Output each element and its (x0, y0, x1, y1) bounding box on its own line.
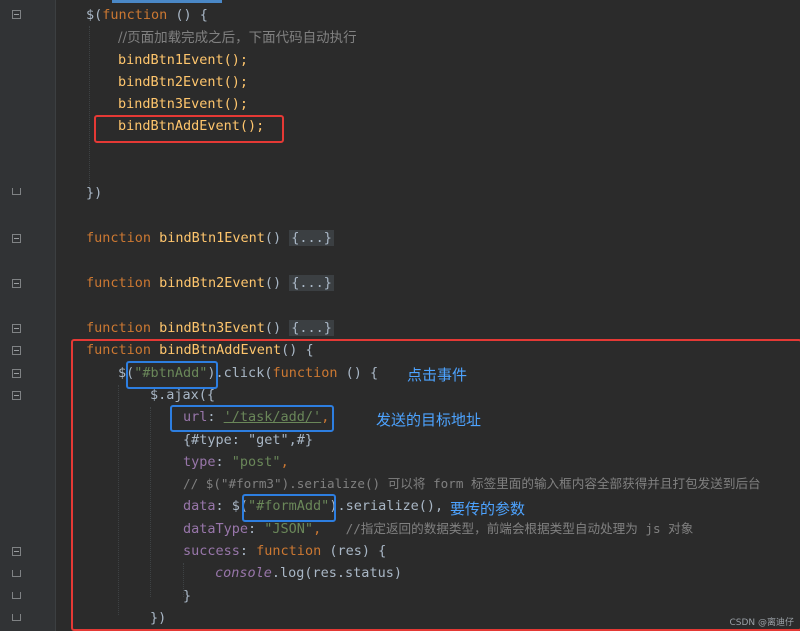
collapsed-block[interactable]: {...} (289, 230, 334, 246)
fold-toggle-icon[interactable] (12, 324, 21, 333)
code-line: bindBtn3Event(); (118, 96, 249, 112)
collapsed-block[interactable]: {...} (289, 320, 334, 336)
fold-toggle-icon[interactable] (12, 279, 21, 288)
gutter-separator (55, 0, 56, 631)
fold-toggle-icon[interactable] (12, 391, 21, 400)
collapsed-block[interactable]: {...} (289, 275, 334, 291)
annotation-click-event: 点击事件 (407, 366, 468, 384)
highlight-box-data (242, 494, 336, 522)
code-token: bindBtn3Event (159, 320, 265, 336)
code-token: () { (167, 7, 208, 23)
code-token: () (264, 275, 282, 291)
active-tab-indicator (112, 0, 222, 3)
code-line: $(function () { (86, 6, 208, 24)
code-line: }) (86, 185, 103, 201)
highlight-box-selector (126, 361, 218, 389)
annotation-target-url: 发送的目标地址 (376, 411, 482, 429)
fold-end-icon[interactable] (12, 592, 21, 599)
fold-toggle-icon[interactable] (12, 234, 21, 243)
code-token: function (102, 7, 168, 23)
code-line: function bindBtn2Event() {...} (86, 274, 334, 292)
code-line: function bindBtn3Event() {...} (86, 319, 334, 337)
code-token: bindBtn2Event (159, 275, 265, 291)
code-token: function (86, 320, 152, 336)
editor-gutter (0, 0, 55, 631)
fold-end-icon[interactable] (12, 570, 21, 577)
annotation-params: 要传的参数 (450, 500, 526, 518)
code-line: bindBtn1Event(); (118, 52, 249, 68)
fold-end-icon[interactable] (12, 614, 21, 621)
fold-toggle-icon[interactable] (12, 10, 21, 19)
code-token: $( (86, 7, 103, 23)
highlight-box-call (94, 115, 284, 143)
code-line: function bindBtn1Event() {...} (86, 229, 334, 247)
code-token: () (264, 320, 282, 336)
fold-toggle-icon[interactable] (12, 547, 21, 556)
code-comment: //页面加载完成之后，下面代码自动执行 (118, 30, 357, 46)
fold-toggle-icon[interactable] (12, 346, 21, 355)
watermark: CSDN @离迪仔 (729, 618, 794, 628)
code-token: bindBtn1Event (159, 230, 265, 246)
code-token: function (86, 230, 152, 246)
code-line: bindBtn2Event(); (118, 74, 249, 90)
code-token: function (86, 275, 152, 291)
code-token: () (264, 230, 282, 246)
fold-end-icon[interactable] (12, 188, 21, 195)
fold-toggle-icon[interactable] (12, 369, 21, 378)
highlight-box-url (170, 405, 334, 432)
indent-guide (89, 26, 90, 186)
